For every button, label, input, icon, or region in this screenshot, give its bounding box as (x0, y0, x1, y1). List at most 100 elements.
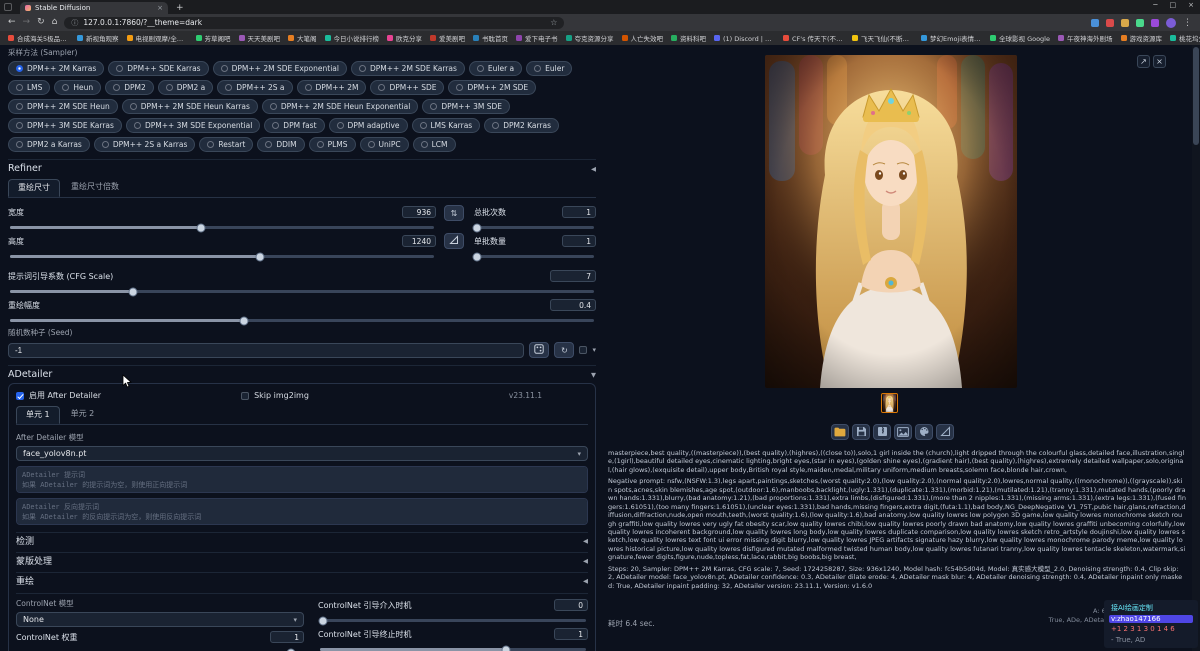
close-button[interactable]: × (1188, 1, 1194, 9)
gallery-thumbnail[interactable] (881, 393, 898, 413)
sampler-option[interactable]: UniPC (360, 137, 409, 152)
bookmark-star-icon[interactable]: ☆ (550, 18, 557, 27)
sampler-option[interactable]: LMS (8, 80, 50, 95)
browser-tab[interactable]: Stable Diffusion × (20, 2, 168, 14)
mask-processing-accordion[interactable]: 蒙版处理◀ (16, 552, 588, 565)
controlnet-start-slider[interactable] (320, 619, 586, 622)
save-zip-button[interactable] (873, 424, 891, 440)
sampler-option[interactable]: Restart (199, 137, 253, 152)
sampler-option[interactable]: DPM++ 2S a (217, 80, 292, 95)
extra-seed-checkbox[interactable] (579, 346, 587, 354)
send-to-inpaint-button[interactable] (915, 424, 933, 440)
generated-image[interactable] (765, 55, 1017, 388)
bookmark-item[interactable]: 芳草阁吧 (196, 33, 231, 43)
adetailer-negative-prompt-input[interactable] (16, 498, 588, 525)
slider-thumb[interactable] (196, 223, 205, 232)
batch-count-slider[interactable] (476, 226, 594, 229)
sampler-option[interactable]: DPM2 a Karras (8, 137, 90, 152)
tab-resize-2[interactable]: 重绘尺寸倍数 (62, 179, 128, 197)
sampler-option[interactable]: DPM++ SDE Karras (108, 61, 208, 76)
scrollbar-thumb[interactable] (1193, 47, 1199, 145)
address-bar[interactable]: ⓘ 127.0.0.1:7860/?__theme=dark ☆ (64, 17, 564, 29)
bookmark-item[interactable]: 午夜神海外剧场 (1058, 33, 1113, 43)
tab-adetailer-unit-2[interactable]: 单元 2 (62, 406, 104, 424)
tab-adetailer-unit-1[interactable]: 单元 1 (16, 406, 60, 424)
bookmark-item[interactable]: 夸克资源分享 (566, 33, 614, 43)
reuse-seed-button[interactable]: ↻ (554, 342, 574, 358)
minimize-button[interactable]: ─ (1153, 1, 1157, 9)
bookmark-item[interactable]: 大笔阁 (288, 33, 317, 43)
maximize-button[interactable]: □ (1170, 1, 1177, 9)
tab-resize-1[interactable]: 重绘尺寸 (8, 179, 60, 197)
close-image-button[interactable]: × (1153, 55, 1166, 68)
sampler-option[interactable]: DPM++ 2M SDE Exponential (213, 61, 347, 76)
sampler-option[interactable]: DPM++ 2M Karras (8, 61, 104, 76)
sampler-option[interactable]: DPM++ 3M SDE (422, 99, 510, 114)
send-to-img2img-button[interactable] (936, 424, 954, 440)
sampler-option[interactable]: DPM fast (264, 118, 324, 133)
width-value[interactable]: 936 (402, 206, 436, 218)
workspace-icon[interactable] (4, 3, 12, 11)
slider-thumb[interactable] (473, 252, 482, 261)
browser-menu-icon[interactable]: ⋮ (1183, 18, 1192, 28)
bookmark-item[interactable]: 合成海关5极品资源站 (8, 33, 69, 43)
denoising-slider[interactable] (10, 319, 594, 322)
sampler-option[interactable]: DPM++ SDE (370, 80, 444, 95)
bookmark-item[interactable]: 全球影视 Google (990, 33, 1050, 43)
back-button[interactable]: ← (8, 18, 16, 27)
skip-img2img-checkbox[interactable] (241, 392, 249, 400)
sampler-option[interactable]: Heun (54, 80, 101, 95)
adetailer-accordion[interactable]: ADetailer ▼ (8, 365, 596, 380)
bookmark-item[interactable]: 书耽首页 (473, 33, 508, 43)
height-value[interactable]: 1240 (402, 235, 436, 247)
extension-icon[interactable] (1106, 19, 1114, 27)
batch-size-slider[interactable] (476, 255, 594, 258)
sampler-option[interactable]: DPM++ 3M SDE Karras (8, 118, 122, 133)
refiner-accordion[interactable]: Refiner ◀ (8, 159, 596, 174)
slider-thumb[interactable] (318, 616, 327, 625)
batch-size-value[interactable]: 1 (562, 235, 596, 247)
sampler-option[interactable]: LCM (413, 137, 456, 152)
sampler-option[interactable]: PLMS (309, 137, 356, 152)
inpaint-accordion[interactable]: 重绘◀ (16, 572, 588, 585)
sampler-option[interactable]: DPM++ 2M SDE Heun Exponential (262, 99, 419, 114)
slider-thumb[interactable] (473, 223, 482, 232)
sampler-option[interactable]: DPM++ 2M (297, 80, 367, 95)
tab-close-icon[interactable]: × (157, 4, 163, 12)
bookmark-item[interactable]: 爱美剧吧 (430, 33, 465, 43)
random-seed-button[interactable] (529, 342, 549, 358)
slider-thumb[interactable] (128, 287, 137, 296)
bookmark-item[interactable]: 人亡失效吧 (622, 33, 664, 43)
adetailer-prompt-input[interactable] (16, 466, 588, 493)
home-button[interactable]: ⌂ (52, 18, 58, 27)
expand-image-button[interactable]: ↗ (1137, 55, 1150, 68)
open-folder-button[interactable] (831, 424, 849, 440)
bookmark-item[interactable]: (1) Discord | 不死鸟 (714, 33, 775, 43)
bookmark-item[interactable]: 桃花坞分享 (1170, 33, 1200, 43)
send-to-extras-button[interactable] (894, 424, 912, 440)
batch-count-value[interactable]: 1 (562, 206, 596, 218)
bookmark-item[interactable]: 今日小说排行榜 (325, 33, 380, 43)
slider-thumb[interactable] (239, 316, 248, 325)
adetailer-model-dropdown[interactable]: face_yolov8n.pt ▾ (16, 446, 588, 461)
bookmark-item[interactable]: 飞天飞仙(不断更新中) pcl2 (852, 33, 913, 43)
sampler-option[interactable]: DPM2 (105, 80, 154, 95)
url-text[interactable]: 127.0.0.1:7860/?__theme=dark (83, 18, 545, 27)
seed-input[interactable] (8, 343, 524, 358)
extension-icon[interactable] (1121, 19, 1129, 27)
extension-icon[interactable] (1136, 19, 1144, 27)
controlnet-start-value[interactable]: 0 (554, 599, 588, 611)
denoising-value[interactable]: 0.4 (550, 299, 596, 311)
sampler-option[interactable]: DPM++ 3M SDE Exponential (126, 118, 260, 133)
width-slider[interactable] (10, 226, 434, 229)
detection-accordion[interactable]: 检测◀ (16, 532, 588, 545)
sampler-option[interactable]: Euler a (469, 61, 522, 76)
sampler-option[interactable]: DPM2 Karras (484, 118, 559, 133)
new-tab-button[interactable]: + (176, 2, 184, 14)
slider-thumb[interactable] (256, 252, 265, 261)
height-slider[interactable] (10, 255, 434, 258)
sampler-option[interactable]: DPM++ 2M SDE Heun (8, 99, 118, 114)
bookmark-item[interactable]: 新视角观察 (77, 33, 119, 43)
bookmark-item[interactable]: 爱下电子书 (516, 33, 558, 43)
controlnet-end-value[interactable]: 1 (554, 628, 588, 640)
